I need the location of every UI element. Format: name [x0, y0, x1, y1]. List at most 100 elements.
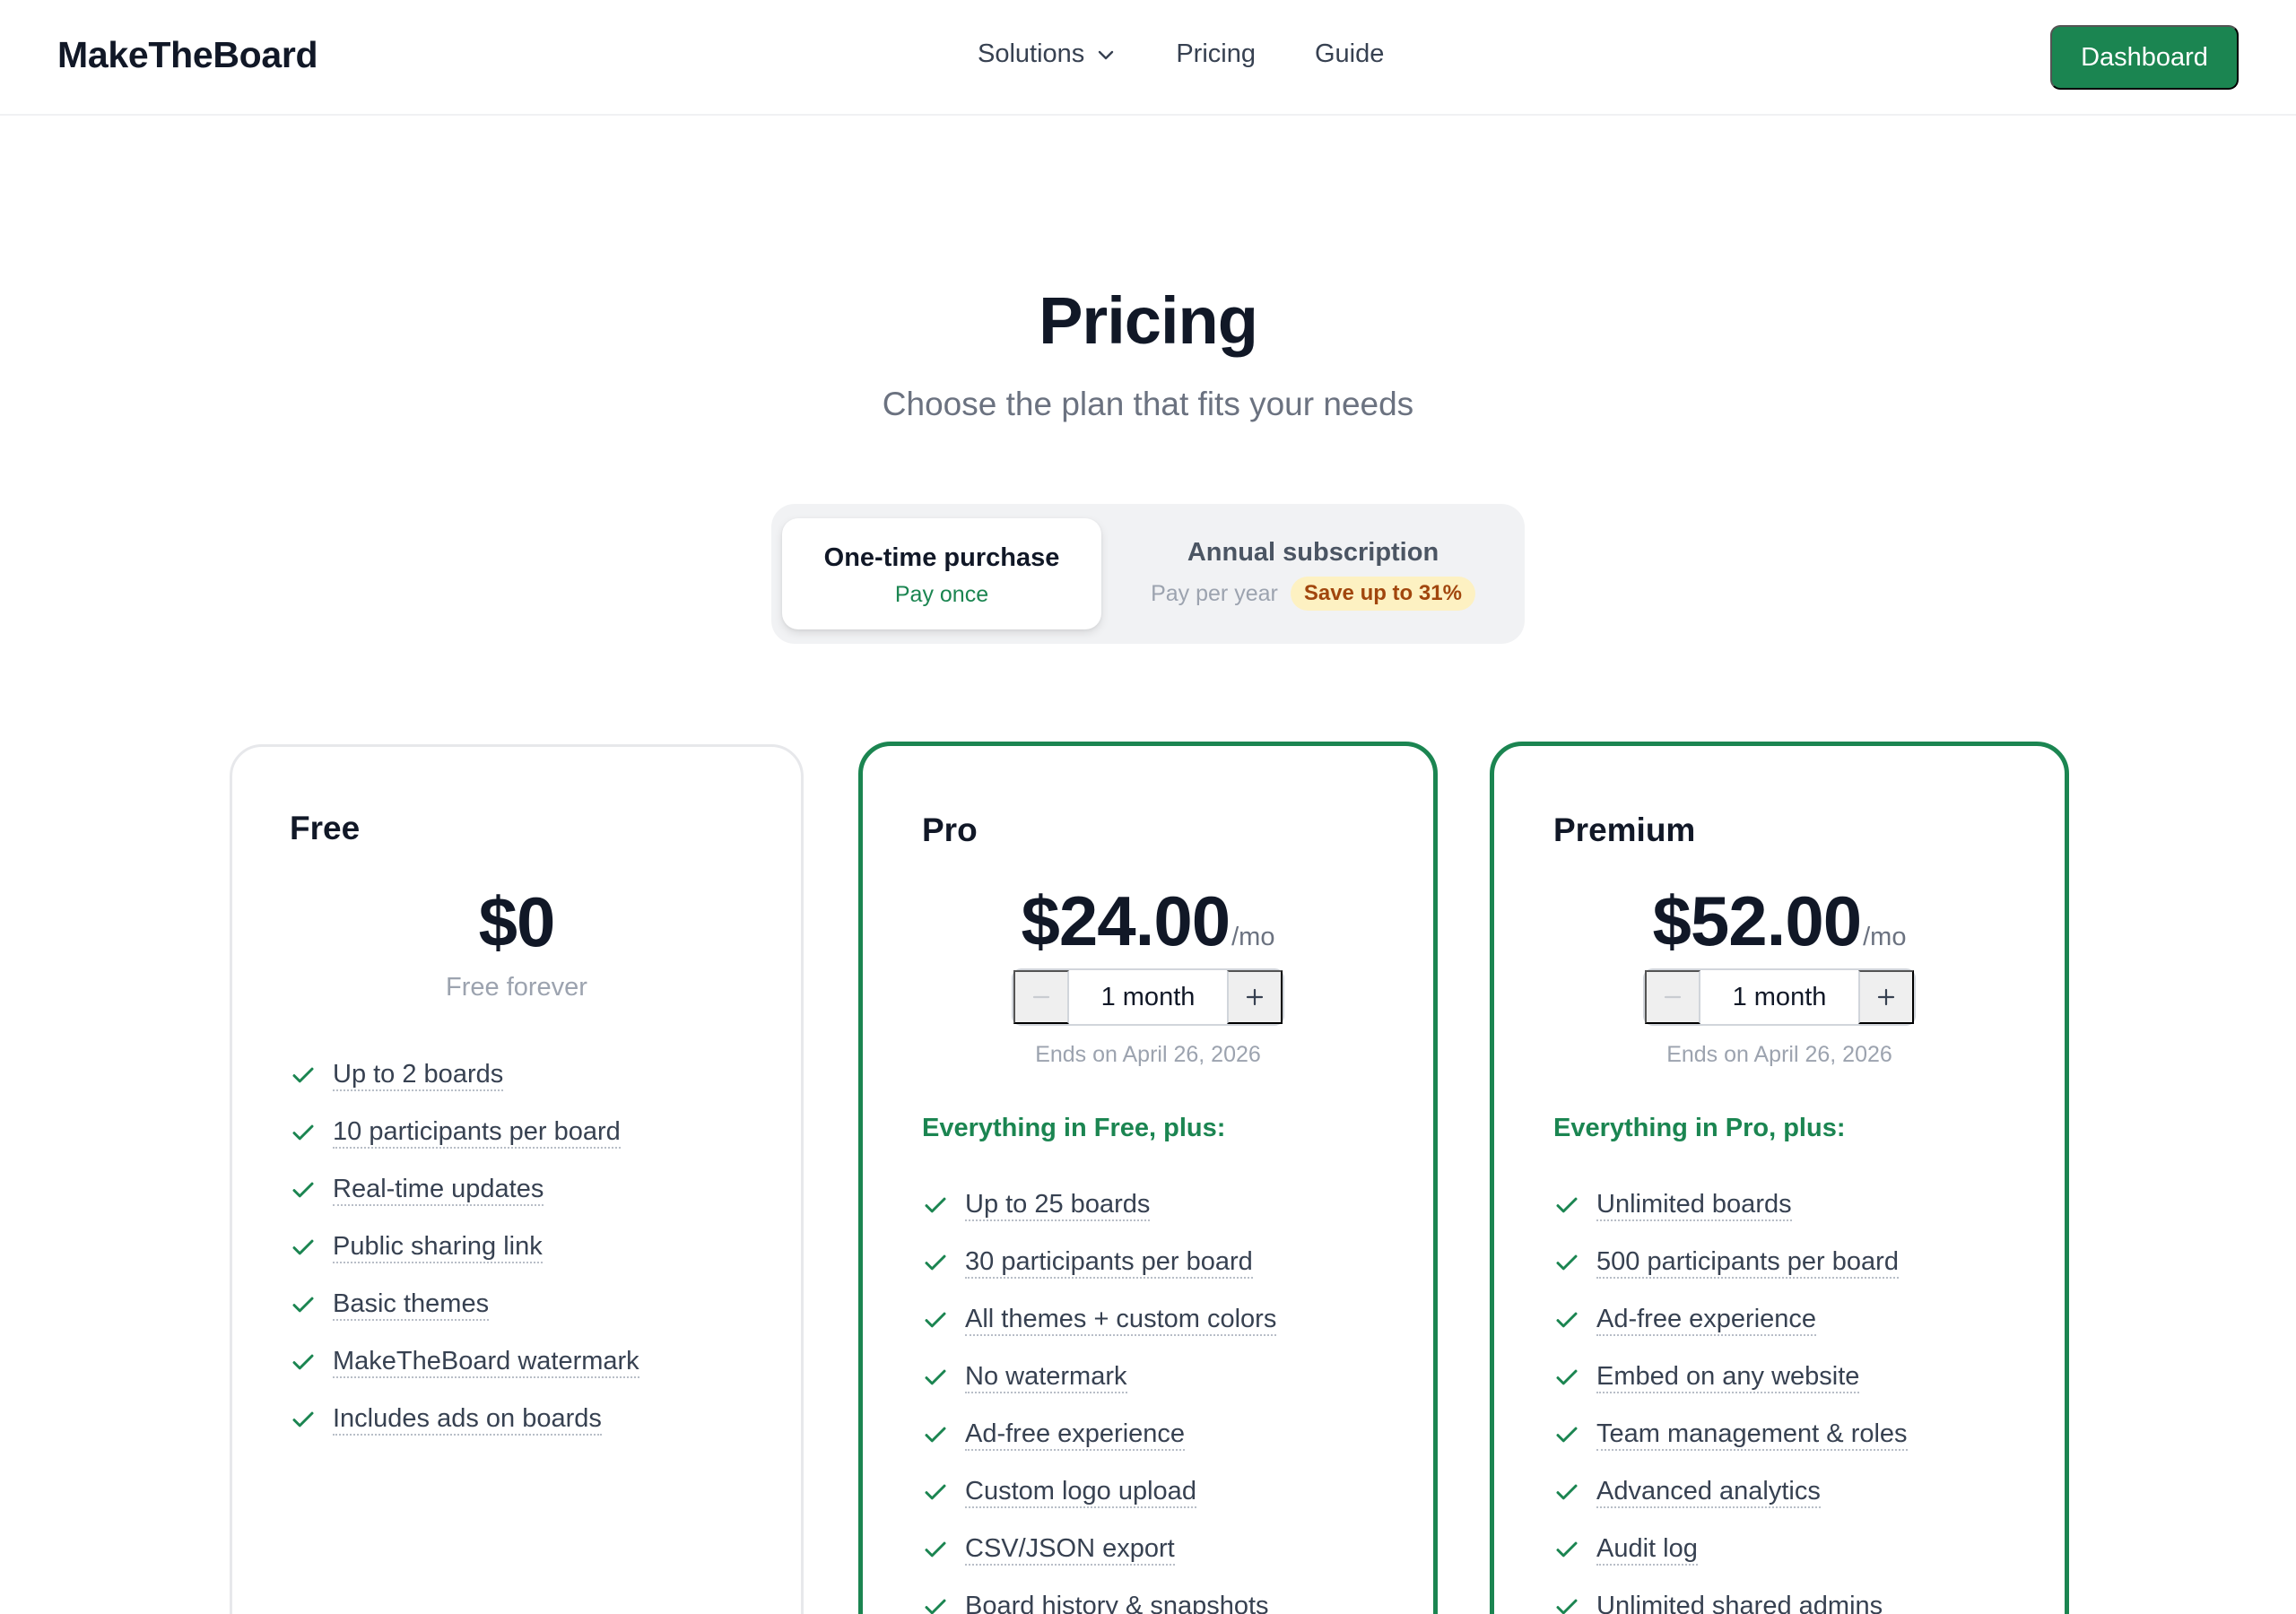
one-time-subtitle: Pay once: [894, 582, 989, 607]
feature-item: Embed on any website: [1553, 1349, 1908, 1406]
check-icon: [925, 1197, 946, 1213]
plan-name: Free: [290, 810, 361, 846]
page-title: Pricing: [1039, 283, 1258, 358]
feature-text: Ad-free experience: [965, 1419, 1186, 1451]
feature-item: Unlimited shared admins: [1553, 1578, 1908, 1614]
minus-icon: [1032, 995, 1050, 999]
price-period: /mo: [1231, 923, 1275, 951]
feature-text: MakeTheBoard watermark: [333, 1346, 639, 1378]
plan-name: Premium: [1553, 811, 1696, 848]
feature-item: 500 participants per board: [1553, 1234, 1908, 1291]
check-icon: [1556, 1312, 1578, 1328]
check-icon: [1556, 1254, 1578, 1271]
feature-text: CSV/JSON export: [965, 1533, 1175, 1566]
check-icon: [292, 1182, 314, 1198]
feature-item: Team management & roles: [1553, 1406, 1908, 1463]
check-icon: [925, 1254, 946, 1271]
feature-text: Basic themes: [333, 1289, 490, 1321]
feature-text: All themes + custom colors: [965, 1304, 1277, 1336]
feature-text: Unlimited shared admins: [1596, 1591, 1883, 1614]
check-icon: [1556, 1541, 1578, 1558]
price-block: $0: [232, 881, 801, 963]
check-icon: [292, 1297, 314, 1313]
feature-list: Up to 25 boards 30 participants per board…: [922, 1176, 1277, 1614]
feature-text: Unlimited boards: [1596, 1189, 1792, 1221]
save-badge: Save up to 31%: [1290, 577, 1475, 611]
feature-text: 10 participants per board: [333, 1116, 621, 1149]
feature-item: Advanced analytics: [1553, 1463, 1908, 1521]
decrease-duration-button[interactable]: [1013, 970, 1069, 1024]
annual-subtitle: Pay per year: [1151, 580, 1278, 606]
feature-text: Embed on any website: [1596, 1361, 1860, 1393]
duration-stepper: 1 month: [1643, 968, 1916, 1026]
feature-item: Real-time updates: [290, 1161, 639, 1219]
page-subtitle: Choose the plan that fits your needs: [882, 386, 1414, 422]
feature-text: Board history & snapshots: [965, 1591, 1269, 1614]
end-date: Ends on April 26, 2026: [1666, 1042, 1892, 1067]
feature-item: Unlimited boards: [1553, 1176, 1908, 1234]
nav-links: Solutions Pricing Guide: [978, 39, 1384, 69]
feature-item: Basic themes: [290, 1276, 639, 1333]
check-icon: [292, 1411, 314, 1427]
features-heading: Everything in Pro, plus:: [1553, 1114, 1846, 1142]
plan-price: $52.00: [1652, 881, 1863, 960]
feature-item: MakeTheBoard watermark: [290, 1333, 639, 1391]
duration-value: 1 month: [1100, 982, 1196, 1011]
dashboard-button[interactable]: Dashboard: [2050, 25, 2239, 90]
feature-text: 500 participants per board: [1596, 1246, 1899, 1279]
logo[interactable]: MakeTheBoard: [57, 34, 318, 76]
feature-item: Up to 25 boards: [922, 1176, 1276, 1234]
feature-text: Audit log: [1596, 1533, 1698, 1566]
annual-title: Annual subscription: [1187, 538, 1439, 567]
check-icon: [1556, 1197, 1578, 1213]
feature-item: Ad-free experience: [922, 1406, 1276, 1463]
price-note: Free forever: [446, 973, 587, 1002]
feature-text: Custom logo upload: [965, 1476, 1196, 1508]
feature-list: Up to 2 boards 10 participants per board R…: [290, 1046, 639, 1448]
plus-icon: [1877, 988, 1895, 1006]
check-icon: [925, 1484, 946, 1500]
check-icon: [292, 1124, 314, 1141]
nav-link-guide[interactable]: Guide: [1315, 39, 1384, 69]
feature-item: 30 participants per board: [922, 1234, 1276, 1291]
feature-item: Audit log: [1553, 1521, 1908, 1578]
plan-name: Pro: [922, 811, 978, 848]
nav-link-solutions[interactable]: Solutions: [978, 39, 1117, 69]
check-icon: [292, 1354, 314, 1370]
check-icon: [1556, 1369, 1578, 1385]
one-time-purchase-option[interactable]: One-time purchase Pay once: [782, 518, 1101, 629]
check-icon: [1556, 1427, 1578, 1443]
annual-subscription-option[interactable]: Annual subscription Pay per year Save up…: [1112, 518, 1514, 629]
duration-stepper: 1 month: [1012, 968, 1284, 1026]
plan-price: $24.00: [1021, 881, 1231, 960]
feature-item: Includes ads on boards: [290, 1391, 639, 1448]
minus-icon: [1664, 995, 1682, 999]
nav-link-solutions-label: Solutions: [978, 39, 1085, 68]
check-icon: [1556, 1484, 1578, 1500]
feature-text: Ad-free experience: [1596, 1304, 1817, 1336]
plan-card-pro: Pro $24.00/mo 1 month Ends on April 26, …: [858, 742, 1438, 1614]
feature-text: No watermark: [965, 1361, 1127, 1393]
feature-item: Ad-free experience: [1553, 1291, 1908, 1349]
increase-duration-button[interactable]: [1858, 970, 1914, 1024]
price-block: $52.00/mo: [1494, 881, 2065, 962]
duration-value: 1 month: [1732, 982, 1827, 1011]
decrease-duration-button[interactable]: [1645, 970, 1700, 1024]
feature-list: Unlimited boards 500 participants per boa…: [1553, 1176, 1908, 1614]
check-icon: [292, 1067, 314, 1083]
nav-link-pricing[interactable]: Pricing: [1176, 39, 1256, 69]
chevron-down-icon: [1099, 50, 1114, 59]
plan-card-premium: Premium $52.00/mo 1 month Ends on April …: [1490, 742, 2069, 1614]
feature-item: CSV/JSON export: [922, 1521, 1276, 1578]
price-period: /mo: [1863, 923, 1907, 951]
feature-text: Includes ads on boards: [333, 1403, 602, 1436]
feature-text: 30 participants per board: [965, 1246, 1253, 1279]
check-icon: [925, 1541, 946, 1558]
end-date: Ends on April 26, 2026: [1035, 1042, 1261, 1067]
increase-duration-button[interactable]: [1227, 970, 1283, 1024]
feature-item: Public sharing link: [290, 1219, 639, 1276]
plan-card-free: Free $0 Free forever Up to 2 boards 10 pa…: [230, 744, 804, 1614]
plus-icon: [1246, 988, 1264, 1006]
check-icon: [925, 1312, 946, 1328]
one-time-title: One-time purchase: [823, 543, 1060, 572]
